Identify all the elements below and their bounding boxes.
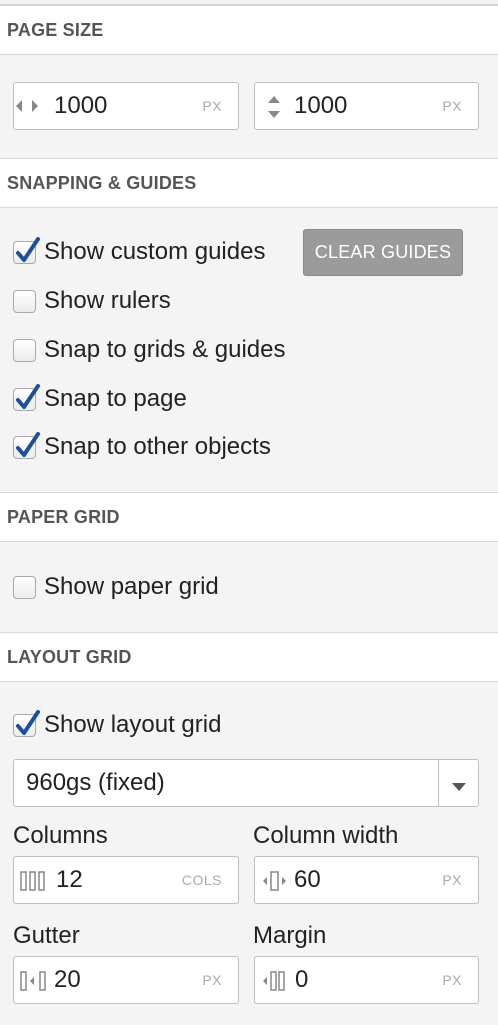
checkbox-label: Show rulers xyxy=(44,287,171,314)
checkbox-label: Show layout grid xyxy=(44,711,222,738)
grid-preset-select[interactable]: 960gs (fixed) xyxy=(13,759,479,807)
show-custom-guides-checkbox[interactable]: Show custom guides xyxy=(13,236,265,268)
column-width-unit: PX xyxy=(442,872,462,888)
paper-grid-header: Paper Grid xyxy=(0,492,498,542)
checkbox-unchecked[interactable] xyxy=(13,575,36,599)
gutter-icon xyxy=(20,971,50,996)
column-width-label: Column width xyxy=(253,822,399,849)
show-rulers-checkbox[interactable]: Show rulers xyxy=(13,285,171,317)
checkbox-checked[interactable] xyxy=(13,236,40,264)
page-width-value: 1000 xyxy=(54,92,108,119)
show-layout-grid-checkbox[interactable]: Show layout grid xyxy=(13,709,221,741)
gutter-value: 20 xyxy=(54,966,81,993)
column-width-input[interactable]: 60 PX xyxy=(254,856,479,904)
snap-to-grids-guides-checkbox[interactable]: Snap to grids & guides xyxy=(13,334,286,366)
checkbox-label: Snap to other objects xyxy=(44,433,271,460)
margin-input[interactable]: 0 PX xyxy=(254,956,479,1004)
page-height-input[interactable]: 1000 PX xyxy=(254,82,479,130)
columns-label: Columns xyxy=(13,822,108,849)
checkbox-unchecked[interactable] xyxy=(13,338,36,362)
columns-input[interactable]: 12 COLS xyxy=(13,856,239,904)
gutter-unit: PX xyxy=(202,972,222,988)
page-height-value: 1000 xyxy=(294,92,348,119)
columns-unit: COLS xyxy=(181,872,222,888)
page-width-input[interactable]: 1000 PX xyxy=(13,82,239,130)
checkbox-checked[interactable] xyxy=(13,383,40,411)
snap-to-page-checkbox[interactable]: Snap to page xyxy=(13,383,187,415)
margin-unit: PX xyxy=(442,972,462,988)
page-height-unit: PX xyxy=(442,98,462,114)
margin-label: Margin xyxy=(253,922,327,949)
checkbox-label: Show custom guides xyxy=(44,238,266,265)
snapping-guides-header: Snapping & Guides xyxy=(0,158,498,208)
clear-guides-button[interactable]: Clear Guides xyxy=(303,229,463,276)
chevron-down-icon[interactable] xyxy=(451,779,467,797)
checkbox-unchecked[interactable] xyxy=(13,289,36,313)
column-width-icon xyxy=(261,871,291,896)
select-divider xyxy=(438,760,439,806)
horizontal-resize-icon xyxy=(14,96,40,121)
margin-icon xyxy=(261,971,291,996)
gutter-input[interactable]: 20 PX xyxy=(13,956,239,1004)
checkbox-label: Snap to page xyxy=(44,385,187,412)
columns-value: 12 xyxy=(56,866,83,893)
vertical-resize-icon xyxy=(265,94,283,125)
layout-grid-header: Layout Grid xyxy=(0,632,498,682)
page-size-header: Page Size xyxy=(0,5,498,55)
gutter-label: Gutter xyxy=(13,922,80,949)
checkbox-label: Snap to grids & guides xyxy=(44,336,286,363)
snap-to-other-objects-checkbox[interactable]: Snap to other objects xyxy=(13,431,271,463)
column-width-value: 60 xyxy=(294,866,321,893)
grid-preset-value: 960gs (fixed) xyxy=(26,769,165,796)
checkbox-checked[interactable] xyxy=(13,709,40,737)
margin-value: 0 xyxy=(295,966,309,993)
page-width-unit: PX xyxy=(202,98,222,114)
checkbox-checked[interactable] xyxy=(13,431,40,459)
show-paper-grid-checkbox[interactable]: Show paper grid xyxy=(13,571,219,603)
columns-icon xyxy=(20,871,50,896)
checkbox-label: Show paper grid xyxy=(44,573,219,600)
